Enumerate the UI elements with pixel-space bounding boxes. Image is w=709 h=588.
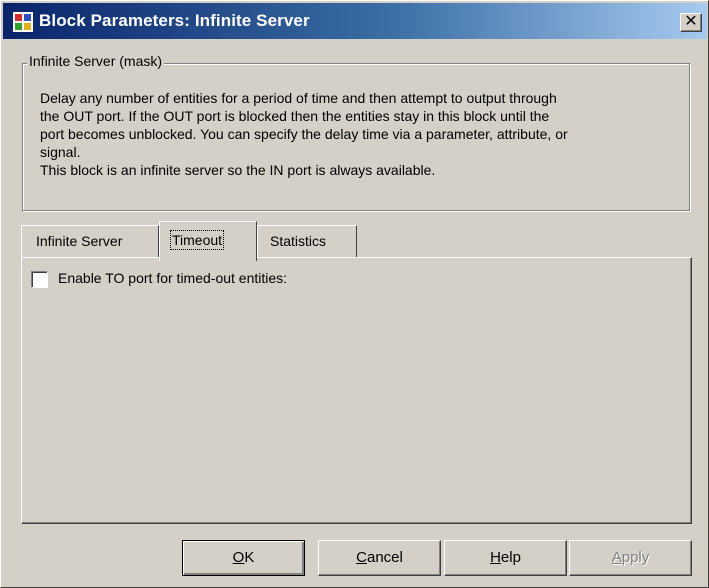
ok-label-rest: K [244,549,255,566]
tab-timeout[interactable]: Timeout [159,221,257,261]
description-line: Delay any number of entities for a perio… [40,90,557,106]
description-line: port becomes unblocked. You can specify … [40,126,568,142]
help-mnemonic: H [490,549,501,566]
cancel-label-rest: ancel [366,549,403,566]
close-button[interactable]: ✕ [680,13,702,32]
ok-mnemonic: O [232,549,245,566]
description-line: This block is an infinite server so the … [40,162,436,178]
apply-mnemonic: A [611,549,622,566]
tab-infinite-server[interactable]: Infinite Server [21,225,159,257]
help-label-rest: elp [500,549,521,566]
title-bar[interactable]: Block Parameters: Infinite Server ✕ [3,3,707,39]
dialog-window: Block Parameters: Infinite Server ✕ Infi… [0,0,709,588]
tab-label: Infinite Server [36,233,123,249]
mask-group-title: Infinite Server (mask) [27,53,165,69]
tab-label: Timeout [169,230,225,250]
enable-to-port-label[interactable]: Enable TO port for timed-out entities: [58,270,287,286]
help-button[interactable]: Help [444,540,567,576]
close-icon: ✕ [684,13,698,30]
description-line: signal. [40,144,81,160]
simulink-block-icon [13,12,33,32]
mask-description: Delay any number of entities for a perio… [40,89,700,179]
window-title: Block Parameters: Infinite Server [39,11,310,30]
tab-label: Statistics [270,233,327,249]
description-line: the OUT port. If the OUT port is blocked… [40,108,550,124]
apply-button: Apply [569,540,692,576]
timeout-tab-panel [21,257,692,524]
cancel-button[interactable]: Cancel [318,540,441,576]
apply-label-rest: pply [621,549,650,566]
ok-button[interactable]: OK [182,540,305,576]
tab-statistics[interactable]: Statistics [257,225,357,257]
enable-to-port-checkbox[interactable] [31,271,48,288]
cancel-mnemonic: C [356,549,367,566]
